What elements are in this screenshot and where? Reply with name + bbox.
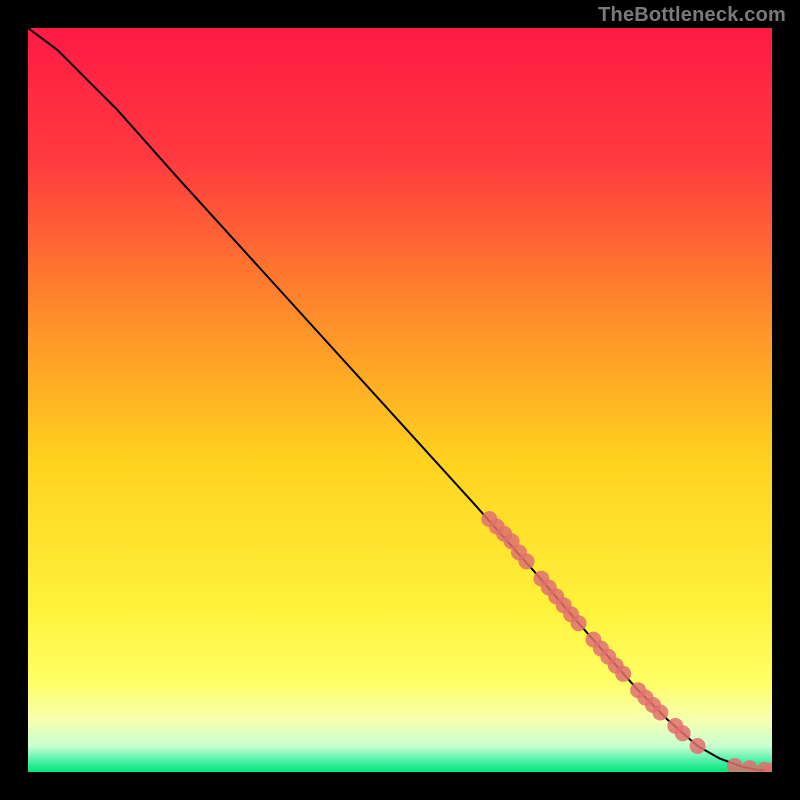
- marker-dot: [519, 553, 535, 569]
- chart-svg: [28, 28, 772, 772]
- plot-area: [28, 28, 772, 772]
- marker-dot: [615, 666, 631, 682]
- marker-dot: [675, 725, 691, 741]
- figure-root: TheBottleneck.com: [0, 0, 800, 800]
- marker-dot: [690, 738, 706, 754]
- gradient-background: [28, 28, 772, 772]
- marker-dot: [652, 705, 668, 721]
- watermark-text: TheBottleneck.com: [598, 4, 786, 27]
- marker-dot: [571, 615, 587, 631]
